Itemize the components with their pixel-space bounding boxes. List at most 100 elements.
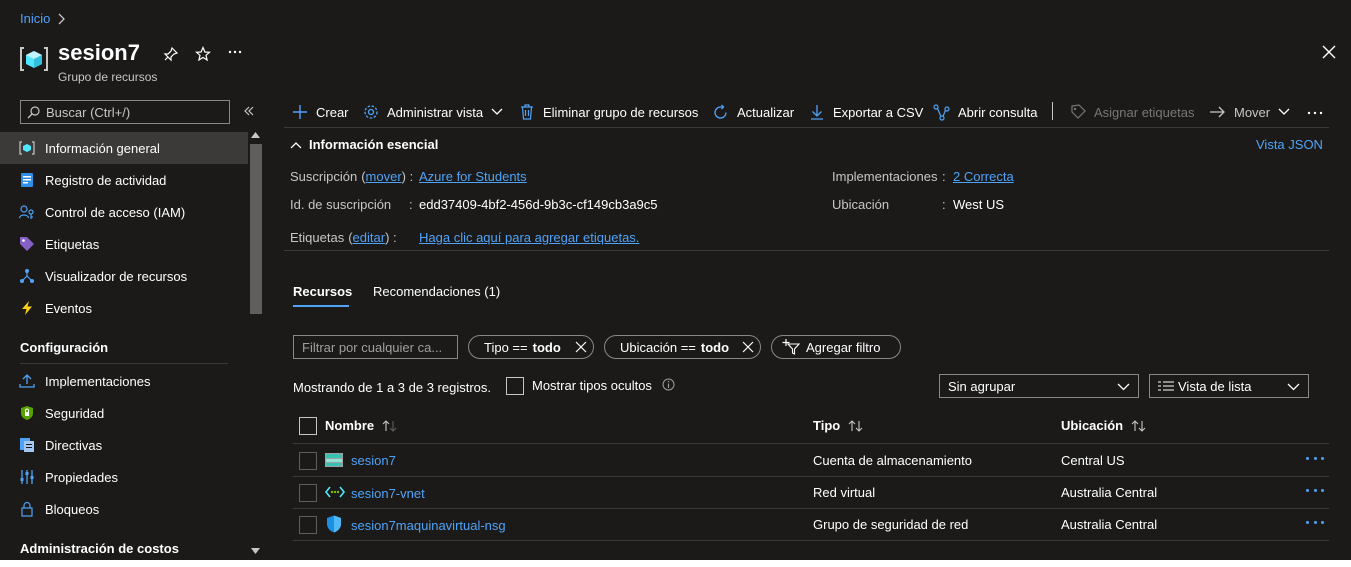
activity-log-icon [19,172,35,188]
plus-icon [292,104,308,120]
scroll-down-icon[interactable] [251,548,260,554]
export-csv-button[interactable]: Exportar a CSV [809,100,923,124]
close-icon[interactable] [742,341,754,353]
select-all-checkbox[interactable] [299,417,317,435]
open-query-label: Abrir consulta [958,104,1038,120]
export-csv-label: Exportar a CSV [833,104,924,120]
move-button[interactable]: Mover [1209,100,1290,124]
resource-name-link[interactable]: sesion7-vnet [351,486,425,501]
search-input[interactable]: Buscar (Ctrl+/) [20,100,230,124]
row-more-icon[interactable] [1306,489,1324,495]
resource-name-link[interactable]: sesion7maquinavirtual-nsg [351,518,506,533]
row-checkbox[interactable] [299,452,317,470]
row-more-icon[interactable] [1306,521,1324,527]
column-header-type[interactable]: Tipo [813,418,864,433]
sidebar-item-iam[interactable]: Control de acceso (IAM) [0,196,248,228]
sidebar-item-resource-visualizer[interactable]: Visualizador de recursos [0,260,248,292]
more-options-icon[interactable] [228,50,242,54]
chevron-right-icon [56,12,66,26]
star-icon[interactable] [195,46,211,62]
add-tags-link[interactable]: Haga clic aquí para agregar etiquetas. [419,230,639,245]
resource-location: Central US [1061,453,1125,468]
sidebar-scrollbar[interactable] [248,130,264,560]
resource-name-link[interactable]: sesion7 [351,453,396,468]
show-hidden-checkbox[interactable] [506,377,524,395]
column-header-name[interactable]: Nombre [325,418,398,433]
sidebar-divider [20,363,228,364]
gear-icon [363,104,379,120]
sidebar-item-properties[interactable]: Propiedades [0,461,248,493]
refresh-button[interactable]: Actualizar [712,100,794,124]
sort-icon [848,419,864,432]
sidebar-item-tags[interactable]: Etiquetas [0,228,248,260]
tag-icon [1070,104,1086,120]
chevron-down-icon [491,108,503,116]
type-filter-label: Tipo == [484,339,528,355]
tab-recommendations[interactable]: Recomendaciones (1) [373,284,500,299]
show-hidden-label: Mostrar tipos ocultos [532,378,652,393]
sidebar-item-activity-log[interactable]: Registro de actividad [0,164,248,196]
deployments-label: Implementaciones [832,169,938,184]
sidebar-item-events[interactable]: Eventos [0,292,248,324]
view-mode-dropdown[interactable]: Vista de lista [1149,374,1309,398]
close-icon[interactable] [1322,45,1336,59]
search-placeholder: Buscar (Ctrl+/) [46,104,131,120]
scrollbar-thumb[interactable] [250,144,262,314]
filter-input[interactable]: Filtrar por cualquier ca... [293,335,458,359]
subscription-row: Suscripción ( mover ) : [290,169,413,184]
collapse-sidebar-icon[interactable] [243,105,255,117]
sidebar-item-label: Información general [45,140,160,156]
sidebar-item-label: Bloqueos [45,501,100,517]
page-subtitle: Grupo de recursos [58,70,158,84]
grouping-value: Sin agrupar [948,378,1016,394]
sidebar-item-security[interactable]: Seguridad [0,397,248,429]
table-row[interactable] [293,477,1329,508]
assign-tags-label: Asignar etiquetas [1094,104,1195,120]
deployments-value-link[interactable]: 2 Correcta [953,169,1014,184]
column-type-label: Tipo [813,418,841,433]
sidebar-item-label: Seguridad [45,405,105,421]
scroll-up-icon[interactable] [251,132,260,138]
type-filter-pill[interactable]: Tipo == todo [468,335,594,359]
tab-active-indicator [293,305,349,307]
chevron-down-icon [1278,108,1290,116]
essentials-toggle[interactable]: Información esencial [290,137,438,152]
sort-icon [382,419,398,432]
breadcrumb: Inicio [20,11,66,26]
sidebar-item-deployments[interactable]: Implementaciones [0,365,248,397]
subscription-value-link[interactable]: Azure for Students [419,169,527,184]
column-header-location[interactable]: Ubicación [1061,418,1147,433]
row-checkbox[interactable] [299,484,317,502]
resource-visualizer-icon [19,268,35,284]
records-count: Mostrando de 1 a 3 de 3 registros. [293,380,492,395]
grouping-dropdown[interactable]: Sin agrupar [939,374,1139,398]
open-query-button[interactable]: Abrir consulta [933,100,1037,124]
sidebar-item-policies[interactable]: Directivas [0,429,248,461]
subscription-label: Suscripción [290,169,358,184]
close-icon[interactable] [575,341,587,353]
row-checkbox[interactable] [299,516,317,534]
breadcrumb-home-link[interactable]: Inicio [20,11,50,26]
create-button[interactable]: Crear [292,100,349,124]
nsg-shield-icon [326,515,342,533]
tag-icon [19,236,35,252]
toolbar-more-icon[interactable] [1307,111,1323,115]
sidebar-item-overview[interactable]: Información general [0,132,248,164]
pin-icon[interactable] [163,46,179,62]
location-filter-value: todo [700,339,730,355]
row-more-icon[interactable] [1306,457,1324,463]
assign-tags-button[interactable]: Asignar etiquetas [1070,100,1194,124]
json-view-link[interactable]: Vista JSON [1256,137,1323,152]
subscription-move-link[interactable]: mover [366,169,402,184]
tab-resources[interactable]: Recursos [293,284,352,299]
add-filter-button[interactable]: Agregar filtro [771,335,901,359]
filter-placeholder: Filtrar por cualquier ca... [302,339,443,355]
iam-icon [19,204,35,220]
info-icon[interactable] [662,378,675,391]
delete-resource-group-button[interactable]: Eliminar grupo de recursos [519,100,698,124]
manage-view-button[interactable]: Administrar vista [363,100,503,124]
table-row[interactable] [293,444,1329,475]
tags-edit-link[interactable]: editar [353,230,386,245]
location-filter-pill[interactable]: Ubicación == todo [604,335,761,359]
sidebar-item-locks[interactable]: Bloqueos [0,493,248,525]
